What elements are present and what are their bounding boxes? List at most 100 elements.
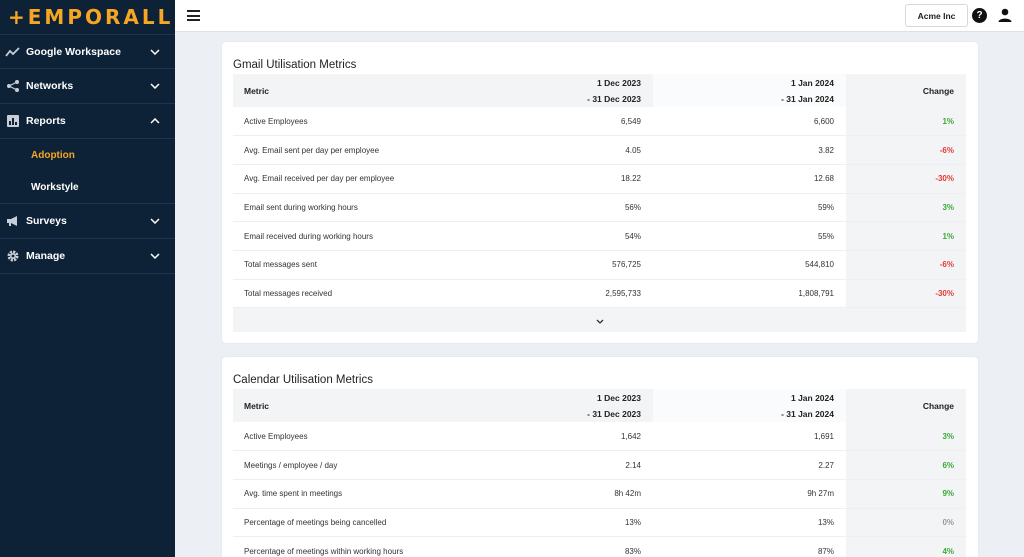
metric-cell: Percentage of meetings being cancelled xyxy=(233,508,458,538)
column-header-metric[interactable]: Metric xyxy=(233,389,458,422)
sidebar-item-networks[interactable]: Networks xyxy=(0,69,175,104)
metric-cell: Active Employees xyxy=(233,422,458,452)
change-value-cell: 1% xyxy=(846,221,966,251)
metric-cell: Email sent during working hours xyxy=(233,193,458,223)
expand-table-button[interactable] xyxy=(233,308,966,332)
gmail-metrics-table: Metric 1 Dec 2023 - 31 Dec 2023 1 Jan 20… xyxy=(233,74,966,309)
column-header-change[interactable]: Change xyxy=(846,389,966,422)
bar-chart-icon xyxy=(4,112,22,130)
column-header-metric[interactable]: Metric xyxy=(233,74,458,107)
help-icon[interactable]: ? xyxy=(972,8,987,23)
change-value-cell: -30% xyxy=(846,279,966,309)
share-icon xyxy=(4,77,22,95)
change-value-cell: 1% xyxy=(846,107,966,137)
metric-cell: Total messages sent xyxy=(233,250,458,280)
logo-text: +EMPORALL xyxy=(8,5,174,29)
table-row: Meetings / employee / day 2.14 2.27 6% xyxy=(233,450,966,480)
card-title: Gmail Utilisation Metrics xyxy=(233,59,357,71)
sidebar-item-label: Reports xyxy=(26,115,66,127)
period2-end: - 31 Jan 2024 xyxy=(781,408,834,419)
table-row: Percentage of meetings being cancelled 13… xyxy=(233,508,966,538)
period1-value-cell: 83% xyxy=(458,536,653,557)
table-row: Email sent during working hours 56% 59% 3% xyxy=(233,193,966,223)
chevron-up-icon xyxy=(149,115,161,127)
change-value-cell: 0% xyxy=(846,508,966,538)
sidebar: +EMPORALL Google Workspace Networks Repo… xyxy=(0,0,175,557)
period2-value-cell: 59% xyxy=(653,193,846,223)
change-value-cell: 4% xyxy=(846,536,966,557)
metric-cell: Avg. time spent in meetings xyxy=(233,479,458,509)
period2-start: 1 Jan 2024 xyxy=(790,392,834,403)
chevron-down-icon xyxy=(149,80,161,92)
change-value-cell: -30% xyxy=(846,164,966,194)
period1-value-cell: 13% xyxy=(458,508,653,538)
chevron-down-icon xyxy=(149,250,161,262)
period1-value-cell: 6,549 xyxy=(458,107,653,137)
chevron-down-icon xyxy=(149,215,161,227)
period2-value-cell: 6,600 xyxy=(653,107,846,137)
sidebar-item-reports[interactable]: Reports xyxy=(0,104,175,139)
sidebar-item-label: Manage xyxy=(26,250,66,262)
metric-cell: Avg. Email received per day per employee xyxy=(233,164,458,194)
megaphone-icon xyxy=(4,212,22,230)
period1-value-cell: 2.14 xyxy=(458,450,653,480)
sidebar-subitem-workstyle[interactable]: Workstyle xyxy=(0,171,175,203)
change-value-cell: 3% xyxy=(846,193,966,223)
chevron-down-icon xyxy=(596,311,604,329)
sidebar-item-surveys[interactable]: Surveys xyxy=(0,204,175,239)
metric-cell: Meetings / employee / day xyxy=(233,450,458,480)
gmail-metrics-card: Gmail Utilisation Metrics Metric 1 Dec 2… xyxy=(222,42,978,343)
sidebar-item-label: Google Workspace xyxy=(26,45,121,58)
period2-start: 1 Jan 2024 xyxy=(790,77,834,88)
period1-value-cell: 56% xyxy=(458,193,653,223)
period1-end: - 31 Dec 2023 xyxy=(587,408,641,419)
menu-icon[interactable] xyxy=(187,10,200,21)
period2-value-cell: 2.27 xyxy=(653,450,846,480)
period2-end: - 31 Jan 2024 xyxy=(781,93,834,104)
period2-value-cell: 87% xyxy=(653,536,846,557)
sidebar-item-google-workspace[interactable]: Google Workspace xyxy=(0,34,175,69)
table-row: Total messages sent 576,725 544,810 -6% xyxy=(233,250,966,280)
calendar-metrics-card: Calendar Utilisation Metrics Metric 1 De… xyxy=(222,357,978,557)
app-logo[interactable]: +EMPORALL xyxy=(0,0,175,34)
column-header-period2[interactable]: 1 Jan 2024 - 31 Jan 2024 xyxy=(653,74,846,107)
period2-value-cell: 1,808,791 xyxy=(653,279,846,309)
period1-value-cell: 2,595,733 xyxy=(458,279,653,309)
period1-value-cell: 576,725 xyxy=(458,250,653,280)
change-value-cell: -6% xyxy=(846,250,966,280)
period1-value-cell: 8h 42m xyxy=(458,479,653,509)
change-value-cell: 9% xyxy=(846,479,966,509)
table-row: Avg. Email received per day per employee… xyxy=(233,164,966,194)
sidebar-subitem-adoption[interactable]: Adoption xyxy=(0,139,175,171)
column-header-period2[interactable]: 1 Jan 2024 - 31 Jan 2024 xyxy=(653,389,846,422)
period2-value-cell: 9h 27m xyxy=(653,479,846,509)
organization-selector[interactable]: Acme Inc xyxy=(905,4,968,27)
table-header-row: Metric 1 Dec 2023 - 31 Dec 2023 1 Jan 20… xyxy=(233,389,966,422)
metric-cell: Percentage of meetings within working ho… xyxy=(233,536,458,557)
metric-cell: Active Employees xyxy=(233,107,458,137)
sidebar-item-label: Surveys xyxy=(26,215,67,227)
period1-end: - 31 Dec 2023 xyxy=(587,93,641,104)
metric-cell: Avg. Email sent per day per employee xyxy=(233,135,458,165)
user-icon[interactable] xyxy=(997,7,1013,23)
period2-value-cell: 1,691 xyxy=(653,422,846,452)
period1-value-cell: 18.22 xyxy=(458,164,653,194)
period2-value-cell: 13% xyxy=(653,508,846,538)
period1-value-cell: 1,642 xyxy=(458,422,653,452)
table-row: Total messages received 2,595,733 1,808,79… xyxy=(233,279,966,309)
table-row: Active Employees 1,642 1,691 3% xyxy=(233,422,966,452)
chevron-down-icon xyxy=(149,46,161,58)
card-title: Calendar Utilisation Metrics xyxy=(233,374,373,386)
column-header-period1[interactable]: 1 Dec 2023 - 31 Dec 2023 xyxy=(458,389,653,422)
column-header-change[interactable]: Change xyxy=(846,74,966,107)
table-row: Email received during working hours 54% 55… xyxy=(233,221,966,251)
change-value-cell: -6% xyxy=(846,135,966,165)
trend-icon xyxy=(4,43,22,61)
period1-value-cell: 54% xyxy=(458,221,653,251)
reports-submenu: Adoption Workstyle xyxy=(0,139,175,204)
sidebar-item-manage[interactable]: Manage xyxy=(0,239,175,274)
column-header-period1[interactable]: 1 Dec 2023 - 31 Dec 2023 xyxy=(458,74,653,107)
period1-start: 1 Dec 2023 xyxy=(597,392,641,403)
table-header-row: Metric 1 Dec 2023 - 31 Dec 2023 1 Jan 20… xyxy=(233,74,966,107)
change-value-cell: 3% xyxy=(846,422,966,452)
